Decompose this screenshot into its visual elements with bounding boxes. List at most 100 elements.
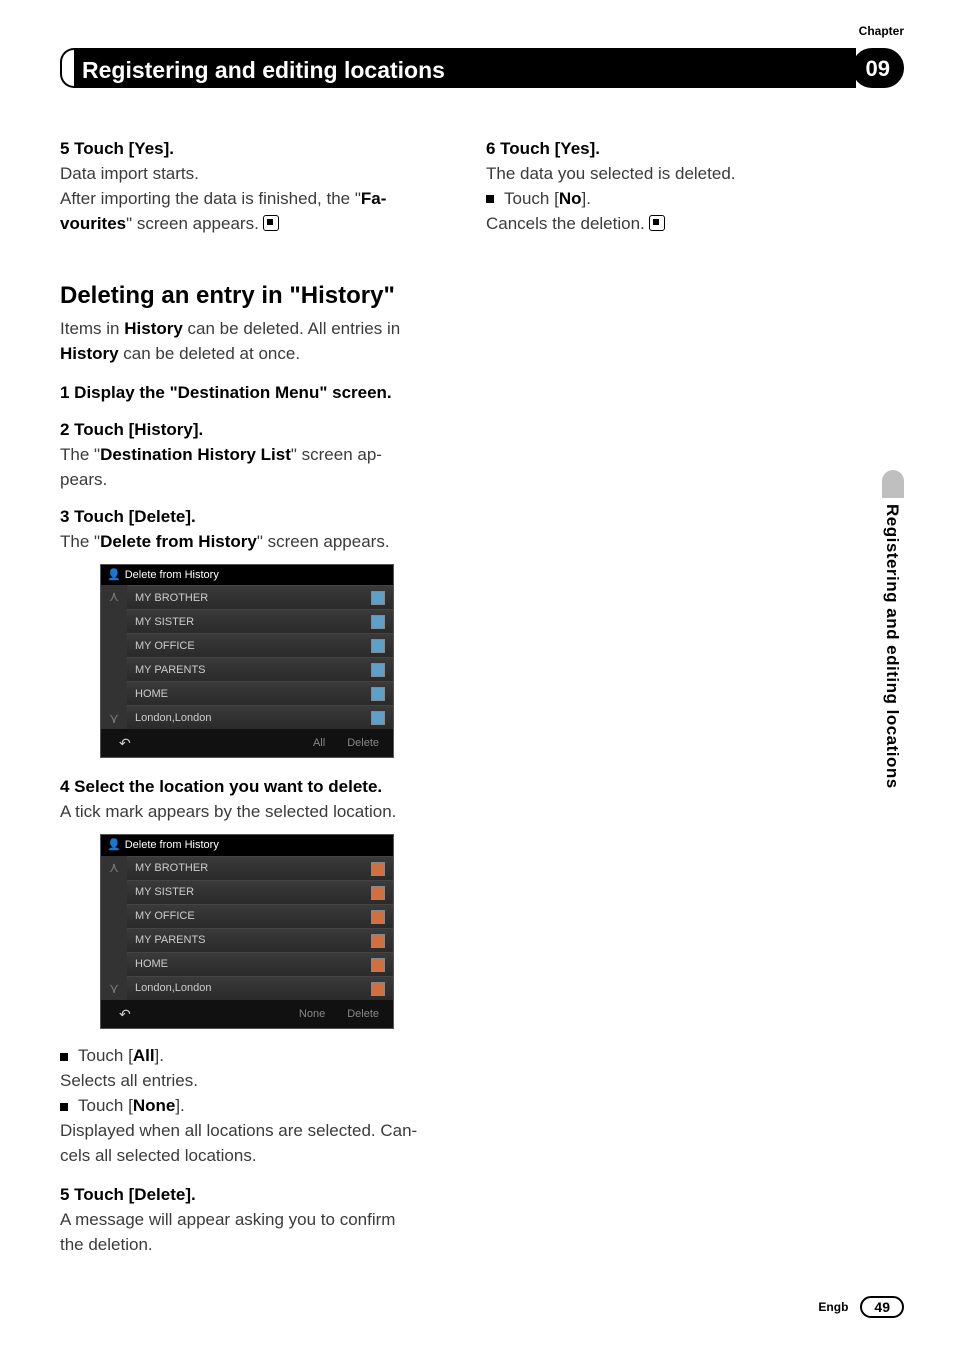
list-item-label: London,London bbox=[135, 711, 211, 726]
checkbox-icon bbox=[371, 639, 385, 653]
text-bold: History bbox=[60, 344, 119, 363]
person-icon: 👤 bbox=[107, 838, 121, 853]
square-bullet-icon bbox=[60, 1053, 68, 1061]
text: " screen appears. bbox=[257, 532, 390, 551]
side-tab-cap bbox=[882, 470, 904, 498]
left-column: 5 Touch [Yes]. Data import starts. After… bbox=[60, 136, 456, 1267]
list-item-label: MY PARENTS bbox=[135, 663, 206, 678]
list-item-label: MY SISTER bbox=[135, 615, 194, 630]
list-item: MY OFFICE bbox=[127, 904, 393, 928]
step-heading: 3 Touch [Delete]. bbox=[60, 506, 456, 529]
body-text: The "Destination History List" screen ap… bbox=[60, 444, 456, 467]
screenshot-footer: ↶NoneDelete bbox=[101, 1000, 393, 1028]
text: Touch [ bbox=[78, 1096, 133, 1115]
step-5-delete: 5 Touch [Delete]. A message will appear … bbox=[60, 1184, 456, 1257]
list-item: London,London bbox=[127, 976, 393, 1000]
step-6: 6 Touch [Yes]. The data you selected is … bbox=[486, 138, 882, 236]
step-heading: 5 Touch [Delete]. bbox=[60, 1184, 456, 1207]
checkbox-checked-icon bbox=[371, 886, 385, 900]
text-bold: Fa- bbox=[361, 189, 387, 208]
text-bold: None bbox=[133, 1096, 176, 1115]
text: The " bbox=[60, 532, 100, 551]
list-item: MY BROTHER bbox=[127, 856, 393, 880]
page-title: Registering and editing locations bbox=[74, 48, 856, 88]
step-1: 1 Display the "Destination Menu" screen. bbox=[60, 382, 456, 405]
square-bullet-icon bbox=[60, 1103, 68, 1111]
body-text: Data import starts. bbox=[60, 163, 456, 186]
footer-button: Delete bbox=[347, 736, 379, 751]
text-bold: No bbox=[559, 189, 582, 208]
list-item-label: MY BROTHER bbox=[135, 591, 208, 606]
body-text: A tick mark appears by the selected loca… bbox=[60, 801, 456, 824]
text-bold: vourites bbox=[60, 214, 126, 233]
end-section-icon bbox=[263, 215, 279, 231]
list-item-label: HOME bbox=[135, 687, 168, 702]
body-text: The "Delete from History" screen appears… bbox=[60, 531, 456, 554]
body-text: Touch [None]. bbox=[78, 1095, 185, 1118]
end-section-icon bbox=[649, 215, 665, 231]
list-item-label: MY BROTHER bbox=[135, 861, 208, 876]
text: Delete from History bbox=[125, 568, 219, 583]
footer-language: Engb bbox=[818, 1300, 848, 1314]
list-item-label: MY SISTER bbox=[135, 885, 194, 900]
step-5-import: 5 Touch [Yes]. Data import starts. After… bbox=[60, 138, 456, 236]
chapter-label: Chapter bbox=[859, 24, 904, 38]
bullet-row: Touch [All]. bbox=[60, 1045, 456, 1068]
screenshot-body: ⋏⋎ MY BROTHER MY SISTER MY OFFICE MY PAR… bbox=[101, 585, 393, 729]
screenshot-footer: ↶AllDelete bbox=[101, 729, 393, 757]
body-text: Displayed when all locations are selecte… bbox=[60, 1120, 456, 1143]
screenshot-title: 👤Delete from History bbox=[101, 835, 393, 856]
bullet-row: Touch [None]. bbox=[60, 1095, 456, 1118]
text: ]. bbox=[581, 189, 590, 208]
body-text: the deletion. bbox=[60, 1234, 456, 1257]
checkbox-checked-icon bbox=[371, 982, 385, 996]
list: MY BROTHER MY SISTER MY OFFICE MY PARENT… bbox=[127, 585, 393, 729]
list-item: MY BROTHER bbox=[127, 585, 393, 609]
scroll-up-icon: ⋏ bbox=[109, 858, 119, 877]
scroll-down-icon: ⋎ bbox=[109, 709, 119, 728]
text: Cancels the deletion. bbox=[486, 214, 645, 233]
list-item: MY PARENTS bbox=[127, 657, 393, 681]
screenshot-title: 👤Delete from History bbox=[101, 565, 393, 586]
body-text: A message will appear asking you to conf… bbox=[60, 1209, 456, 1232]
step-heading: 6 Touch [Yes]. bbox=[486, 138, 882, 161]
step-heading: 4 Select the location you want to delete… bbox=[60, 776, 456, 799]
body-text: Selects all entries. bbox=[60, 1070, 456, 1093]
side-tab-label: Registering and editing locations bbox=[882, 498, 902, 789]
text: Touch [ bbox=[504, 189, 559, 208]
text-bold: History bbox=[124, 319, 183, 338]
scroll-bar: ⋏⋎ bbox=[101, 585, 127, 729]
list-item: MY PARENTS bbox=[127, 928, 393, 952]
body-text: After importing the data is finished, th… bbox=[60, 188, 456, 211]
list: MY BROTHER MY SISTER MY OFFICE MY PARENT… bbox=[127, 856, 393, 1000]
footer-button: None bbox=[299, 1007, 325, 1022]
scroll-up-icon: ⋏ bbox=[109, 587, 119, 606]
text-bold: Delete from History bbox=[100, 532, 257, 551]
checkbox-checked-icon bbox=[371, 958, 385, 972]
checkbox-icon bbox=[371, 615, 385, 629]
text: Touch [ bbox=[78, 1046, 133, 1065]
screenshot-delete-history-checked: 👤Delete from History ⋏⋎ MY BROTHER MY SI… bbox=[100, 834, 394, 1029]
step-heading: 2 Touch [History]. bbox=[60, 419, 456, 442]
text-bold: All bbox=[133, 1046, 155, 1065]
checkbox-icon bbox=[371, 711, 385, 725]
scroll-bar: ⋏⋎ bbox=[101, 856, 127, 1000]
page-header: Registering and editing locations 09 bbox=[60, 48, 904, 88]
list-item: MY SISTER bbox=[127, 880, 393, 904]
right-column: 6 Touch [Yes]. The data you selected is … bbox=[486, 136, 882, 1267]
bullet-none: Touch [None]. Displayed when all locatio… bbox=[60, 1095, 456, 1168]
text: After importing the data is finished, th… bbox=[60, 189, 361, 208]
footer-button: All bbox=[313, 736, 325, 751]
list-item-label: MY PARENTS bbox=[135, 933, 206, 948]
checkbox-checked-icon bbox=[371, 910, 385, 924]
bullet-row: Touch [No]. bbox=[486, 188, 882, 211]
content-columns: 5 Touch [Yes]. Data import starts. After… bbox=[60, 136, 904, 1267]
body-text: pears. bbox=[60, 469, 456, 492]
chapter-number-badge: 09 bbox=[852, 48, 904, 88]
text: can be deleted at once. bbox=[119, 344, 300, 363]
step-heading: 1 Display the "Destination Menu" screen. bbox=[60, 382, 456, 405]
body-text: History can be deleted at once. bbox=[60, 343, 456, 366]
bullet-all: Touch [All]. Selects all entries. bbox=[60, 1045, 456, 1093]
body-text: Touch [No]. bbox=[504, 188, 591, 211]
text: " screen ap- bbox=[291, 445, 382, 464]
